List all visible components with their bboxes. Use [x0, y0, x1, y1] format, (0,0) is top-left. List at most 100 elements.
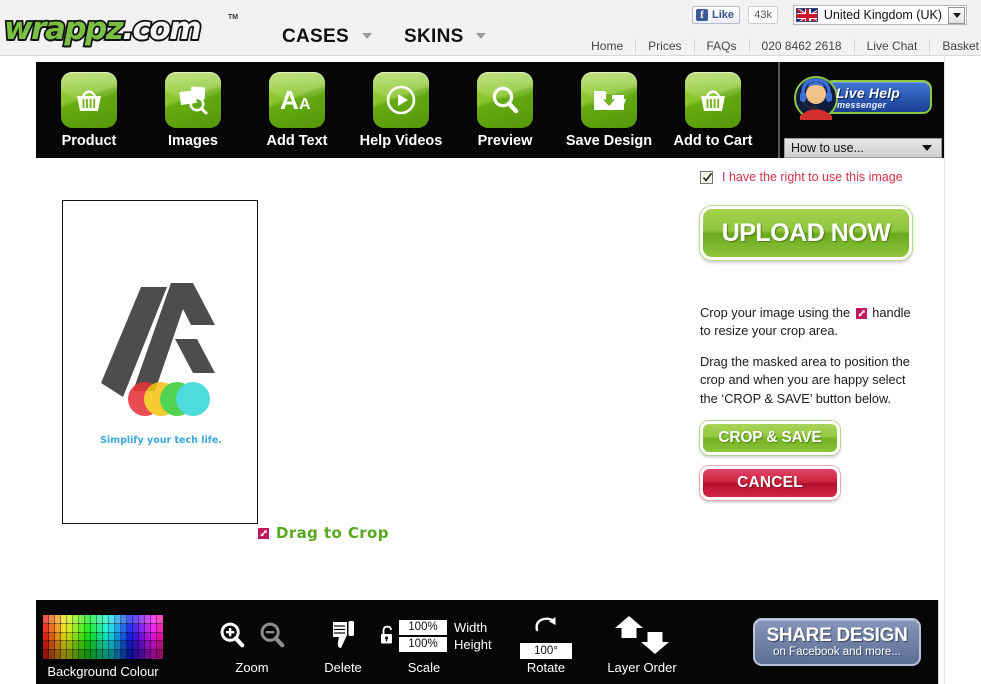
- how-to-use-label: How to use...: [791, 141, 864, 155]
- facebook-like-count: 43k: [748, 6, 778, 24]
- toolbar-item-help-videos-label: Help Videos: [359, 133, 443, 149]
- util-nav-basket[interactable]: Basket: [929, 39, 981, 53]
- image-rights-label: I have the right to use this image: [722, 170, 903, 184]
- toolbar-item-add-to-cart-label: Add to Cart: [673, 133, 753, 149]
- crop-and-save-button[interactable]: CROP & SAVE: [700, 420, 840, 455]
- basket-icon: [61, 72, 117, 128]
- nav-item-skins[interactable]: SKINS: [404, 26, 487, 48]
- design-studio-page: wrappz.com TM CASES SKINS f Like 43k Uni…: [0, 0, 981, 684]
- cancel-button[interactable]: CANCEL: [700, 465, 840, 500]
- photos-search-icon: [165, 72, 221, 128]
- drag-to-crop-hint[interactable]: Drag to Crop: [258, 524, 389, 542]
- background-colour-tool[interactable]: Background Colour: [42, 614, 164, 679]
- util-nav-home[interactable]: Home: [579, 39, 635, 53]
- toolbar-item-save-design-label: Save Design: [565, 133, 653, 149]
- toolbar-tools: Product Images A A Add Text Help Videos …: [36, 62, 778, 158]
- upload-now-label: UPLOAD NOW: [721, 218, 891, 247]
- toolbar-item-save-design[interactable]: Save Design: [556, 72, 662, 149]
- editor-bottom-toolbar: Background Colour Zoom Delete 100% Width…: [36, 600, 939, 684]
- crop-and-save-label: CROP & SAVE: [718, 428, 822, 446]
- facebook-like-label: Like: [711, 9, 734, 21]
- basket-icon: [685, 72, 741, 128]
- share-design-subtitle: on Facebook and more...: [773, 646, 901, 659]
- arrow-up-icon[interactable]: [615, 616, 643, 638]
- toolbar-item-add-text[interactable]: A A Add Text: [244, 72, 350, 149]
- rotate-tool: 100° Rotate: [496, 614, 596, 675]
- toolbar-item-images[interactable]: Images: [140, 72, 246, 149]
- site-header: wrappz.com TM CASES SKINS f Like 43k Uni…: [0, 0, 981, 56]
- main-navigation: CASES SKINS: [282, 26, 514, 48]
- scale-width-input[interactable]: 100%: [399, 620, 447, 635]
- font-aa-icon: A A: [269, 72, 325, 128]
- upload-now-button[interactable]: UPLOAD NOW: [700, 206, 912, 260]
- crop-instruction-line-2: Drag the masked area to position the cro…: [700, 354, 910, 406]
- drag-to-crop-label: Drag to Crop: [276, 524, 389, 542]
- crop-instruction-line-1: Crop your image using the handle to resi…: [700, 304, 922, 340]
- uk-flag-icon: [795, 8, 818, 22]
- chevron-down-icon: [952, 12, 961, 18]
- delete-tool[interactable]: Delete: [314, 614, 372, 675]
- crop-instructions: Crop your image using the handle to resi…: [700, 304, 922, 408]
- nav-item-skins-label: SKINS: [404, 26, 464, 47]
- svg-text:A: A: [280, 86, 299, 114]
- live-help-title: Live Help: [836, 85, 901, 101]
- chevron-down-icon: [476, 33, 487, 39]
- cancel-label: CANCEL: [737, 473, 803, 491]
- site-logo[interactable]: wrappz.com: [2, 11, 203, 47]
- scale-height-input[interactable]: 100%: [399, 637, 447, 652]
- live-help-panel: Live Help messenger How to use...: [778, 62, 944, 158]
- svg-text:A: A: [299, 96, 311, 113]
- toolbar-item-help-videos[interactable]: Help Videos: [348, 72, 454, 149]
- uploaded-artwork: [101, 283, 215, 416]
- page-right-divider: [944, 56, 945, 684]
- headset-operator-icon: [794, 76, 838, 120]
- folder-download-icon: [581, 72, 637, 128]
- colour-palette-icon[interactable]: [42, 614, 164, 660]
- design-toolbar: Product Images A A Add Text Help Videos …: [36, 62, 944, 158]
- crop-area[interactable]: Simplify your tech life.: [62, 200, 258, 524]
- nav-item-cases-label: CASES: [282, 26, 349, 47]
- resize-handle-icon[interactable]: [258, 527, 269, 539]
- checkbox-checked-icon[interactable]: [700, 170, 713, 184]
- layer-order-tool[interactable]: Layer Order: [592, 614, 692, 675]
- rotate-label: Rotate: [526, 660, 566, 675]
- share-design-title: SHARE DESIGN: [766, 624, 908, 646]
- layer-order-label: Layer Order: [607, 660, 677, 675]
- toolbar-item-images-label: Images: [168, 133, 218, 149]
- country-name-label: United Kingdom (UK): [823, 8, 942, 22]
- arrow-down-icon[interactable]: [641, 632, 669, 654]
- toolbar-item-add-to-cart[interactable]: Add to Cart: [660, 72, 766, 149]
- padlock-open-icon[interactable]: [380, 625, 394, 650]
- delete-label: Delete: [324, 660, 362, 675]
- scale-label: Scale: [407, 660, 441, 675]
- toolbar-item-preview[interactable]: Preview: [452, 72, 558, 149]
- toolbar-item-product[interactable]: Product: [36, 72, 142, 149]
- util-nav-phone[interactable]: 020 8462 2618: [748, 39, 854, 53]
- logo-trademark: TM: [228, 14, 239, 21]
- logo-text-wrappz: wrappz: [2, 11, 125, 47]
- toolbar-item-preview-label: Preview: [477, 133, 533, 149]
- upload-panel: I have the right to use this image UPLOA…: [700, 170, 960, 500]
- thumbs-down-icon: [330, 620, 356, 655]
- country-selector[interactable]: United Kingdom (UK): [792, 5, 967, 25]
- facebook-like-button[interactable]: f Like: [691, 6, 740, 24]
- how-to-use-dropdown[interactable]: How to use...: [784, 138, 942, 158]
- image-rights-row: I have the right to use this image: [700, 170, 960, 184]
- play-circle-icon: [373, 72, 429, 128]
- util-nav-live-chat[interactable]: Live Chat: [853, 39, 930, 53]
- scale-tool: 100% Width 100% Height Scale: [380, 614, 496, 675]
- toolbar-item-product-label: Product: [61, 133, 117, 149]
- zoom-out-icon[interactable]: [257, 620, 287, 655]
- rotate-cw-icon[interactable]: [533, 614, 559, 636]
- live-help-subtitle: messenger: [837, 100, 887, 110]
- zoom-in-icon[interactable]: [217, 620, 247, 655]
- util-nav-prices[interactable]: Prices: [635, 39, 693, 53]
- util-nav-faqs[interactable]: FAQs: [693, 39, 749, 53]
- live-help-button[interactable]: Live Help messenger: [794, 76, 934, 120]
- magnifier-icon: [477, 72, 533, 128]
- scale-height-label: Height: [454, 637, 492, 652]
- nav-item-cases[interactable]: CASES: [282, 26, 372, 48]
- country-dropdown-button[interactable]: [948, 6, 965, 24]
- rotate-value-input[interactable]: 100°: [520, 643, 572, 659]
- share-design-button[interactable]: SHARE DESIGN on Facebook and more...: [753, 618, 921, 666]
